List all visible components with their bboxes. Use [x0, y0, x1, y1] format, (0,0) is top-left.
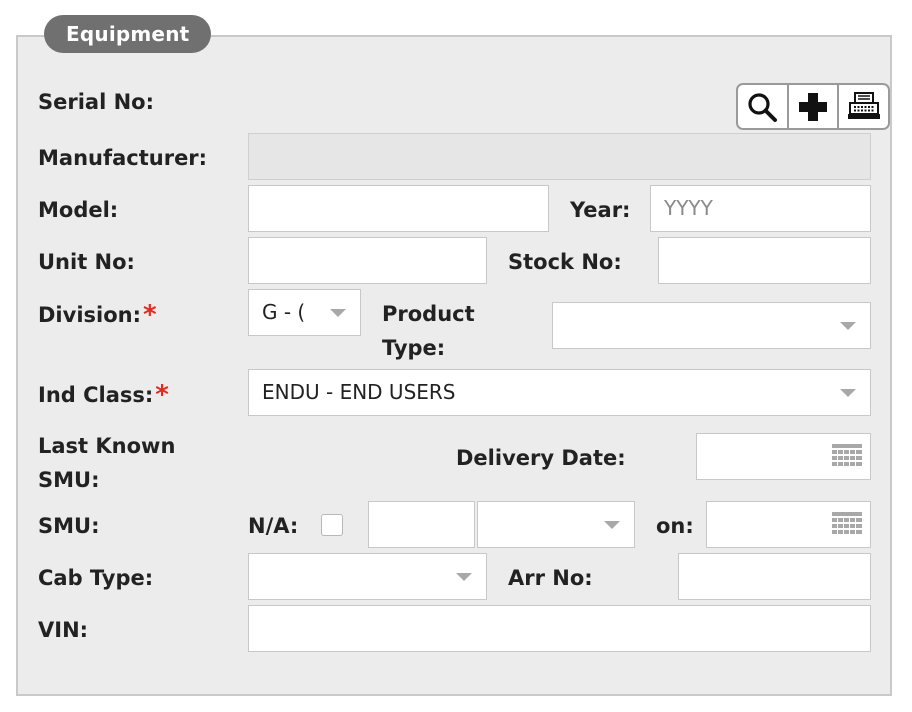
ind-class-select[interactable]: ENDU - END USERS	[248, 369, 871, 416]
arr-no-label: Arr No:	[508, 566, 593, 590]
print-button[interactable]	[837, 85, 888, 128]
delivery-date-label: Delivery Date:	[456, 446, 626, 470]
cab-type-label: Cab Type:	[38, 566, 154, 590]
year-placeholder: YYYY	[664, 196, 713, 220]
last-known-smu-label-line2: SMU:	[38, 468, 100, 492]
smu-unit-select[interactable]	[477, 501, 635, 548]
search-icon	[748, 92, 778, 122]
product-type-label-line1: Product	[382, 302, 475, 326]
plus-icon	[799, 92, 827, 121]
division-label: Division:*	[38, 297, 157, 332]
ind-class-label: Ind Class:*	[38, 377, 169, 412]
delivery-date-input[interactable]	[696, 433, 871, 480]
vin-label: VIN:	[38, 618, 89, 642]
equipment-toolbar	[736, 83, 890, 130]
division-label-text: Division:	[38, 303, 141, 327]
division-selected-value: G - (	[262, 300, 306, 324]
chevron-down-icon	[604, 521, 620, 529]
required-marker: *	[155, 380, 169, 410]
year-label: Year:	[570, 198, 631, 222]
model-label: Model:	[38, 198, 119, 222]
section-title: Equipment	[44, 15, 212, 53]
on-label: on:	[656, 514, 694, 538]
manufacturer-field	[248, 133, 871, 180]
stock-no-input[interactable]	[658, 237, 871, 284]
na-checkbox[interactable]	[321, 514, 343, 536]
calendar-icon[interactable]	[832, 444, 862, 470]
arr-no-input[interactable]	[678, 553, 871, 600]
vin-input[interactable]	[248, 605, 871, 652]
chevron-down-icon	[840, 389, 856, 397]
smu-value-input[interactable]	[368, 501, 475, 548]
na-label: N/A:	[248, 514, 299, 538]
division-select[interactable]: G - (	[248, 289, 361, 336]
manufacturer-label: Manufacturer:	[38, 146, 208, 170]
chevron-down-icon	[330, 309, 346, 317]
ind-class-selected-value: ENDU - END USERS	[262, 380, 456, 404]
unit-no-input[interactable]	[248, 237, 487, 284]
required-marker: *	[143, 300, 157, 330]
search-button[interactable]	[738, 85, 787, 128]
model-input[interactable]	[248, 185, 549, 232]
product-type-select[interactable]	[552, 302, 871, 349]
year-input[interactable]: YYYY	[650, 185, 871, 232]
printer-icon	[847, 91, 880, 119]
product-type-label-line2: Type:	[382, 336, 446, 360]
smu-label: SMU:	[38, 514, 100, 538]
unit-no-label: Unit No:	[38, 250, 135, 274]
cab-type-select[interactable]	[248, 553, 487, 600]
last-known-smu-label-line1: Last Known	[38, 434, 176, 458]
chevron-down-icon	[456, 573, 472, 581]
ind-class-label-text: Ind Class:	[38, 383, 154, 407]
smu-date-input[interactable]	[706, 501, 871, 548]
chevron-down-icon	[840, 322, 856, 330]
add-button[interactable]	[786, 85, 838, 128]
stock-no-label: Stock No:	[508, 250, 622, 274]
calendar-icon[interactable]	[832, 512, 862, 538]
serial-no-label: Serial No:	[38, 90, 155, 114]
